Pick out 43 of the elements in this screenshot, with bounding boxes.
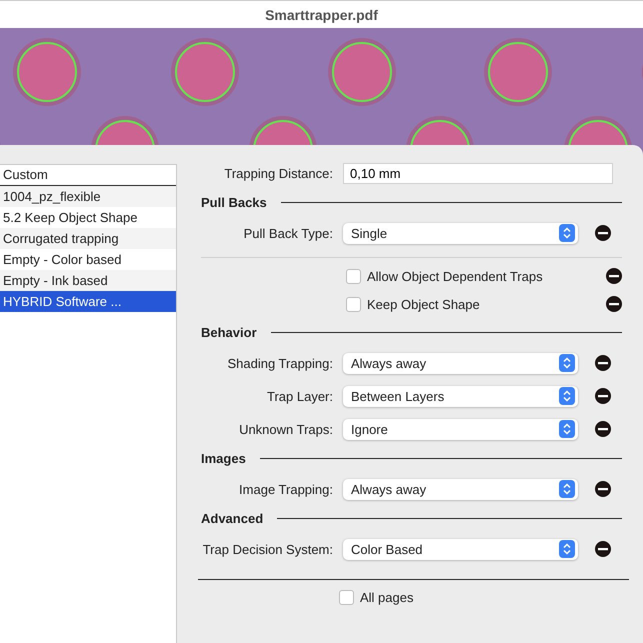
field-label: Trapping Distance: xyxy=(223,166,334,181)
checkbox[interactable] xyxy=(339,590,354,605)
checkbox[interactable] xyxy=(346,296,361,312)
section-title: Images xyxy=(201,450,246,466)
remove-icon[interactable] xyxy=(595,541,611,557)
checkbox-label: All pages xyxy=(360,590,414,605)
chevron-icon xyxy=(559,224,575,242)
preset-item[interactable]: 1004_pz_flexible xyxy=(0,186,176,207)
remove-icon[interactable] xyxy=(595,481,611,497)
checkbox-label: Allow Object Dependent Traps xyxy=(367,268,544,284)
section-title: Pull Backs xyxy=(201,194,267,210)
field-label: Unknown Traps: xyxy=(238,422,334,436)
remove-icon[interactable] xyxy=(595,225,611,241)
field-label: Shading Trapping: xyxy=(226,356,334,370)
preset-item[interactable]: HYBRID Software ... xyxy=(0,291,176,312)
dropdown[interactable]: Color Based xyxy=(343,538,578,560)
field-label: Image Trapping: xyxy=(238,482,334,496)
dropdown[interactable]: Single xyxy=(343,222,578,244)
preset-item[interactable]: Empty - Ink based xyxy=(0,270,176,291)
window-title: Smarttrapper.pdf xyxy=(265,6,378,22)
chevron-icon xyxy=(559,387,575,405)
distance-field[interactable]: 0,10 mm xyxy=(343,163,613,184)
checkbox[interactable] xyxy=(346,268,361,284)
remove-icon[interactable] xyxy=(606,268,622,284)
section-title: Behavior xyxy=(201,324,257,340)
dropdown[interactable]: Between Layers xyxy=(343,386,578,406)
remove-icon[interactable] xyxy=(595,388,611,404)
remove-icon[interactable] xyxy=(606,296,622,312)
checkbox-label: Keep Object Shape xyxy=(367,296,481,312)
field-label: Pull Back Type: xyxy=(242,226,334,240)
remove-icon[interactable] xyxy=(595,421,611,437)
chevron-icon xyxy=(559,354,575,372)
section-title: Advanced xyxy=(201,510,264,526)
preset-item[interactable]: Corrugated trapping xyxy=(0,228,176,249)
dropdown[interactable]: Ignore xyxy=(343,418,578,440)
dropdown[interactable]: Always away xyxy=(343,352,578,374)
chevron-icon xyxy=(559,420,575,438)
chevron-icon xyxy=(559,540,575,558)
field-label: Trap Decision System: xyxy=(202,542,334,556)
chevron-icon xyxy=(559,480,575,498)
dropdown[interactable]: Always away xyxy=(343,478,578,500)
remove-icon[interactable] xyxy=(595,355,611,371)
field-label: Trap Layer: xyxy=(266,388,334,404)
